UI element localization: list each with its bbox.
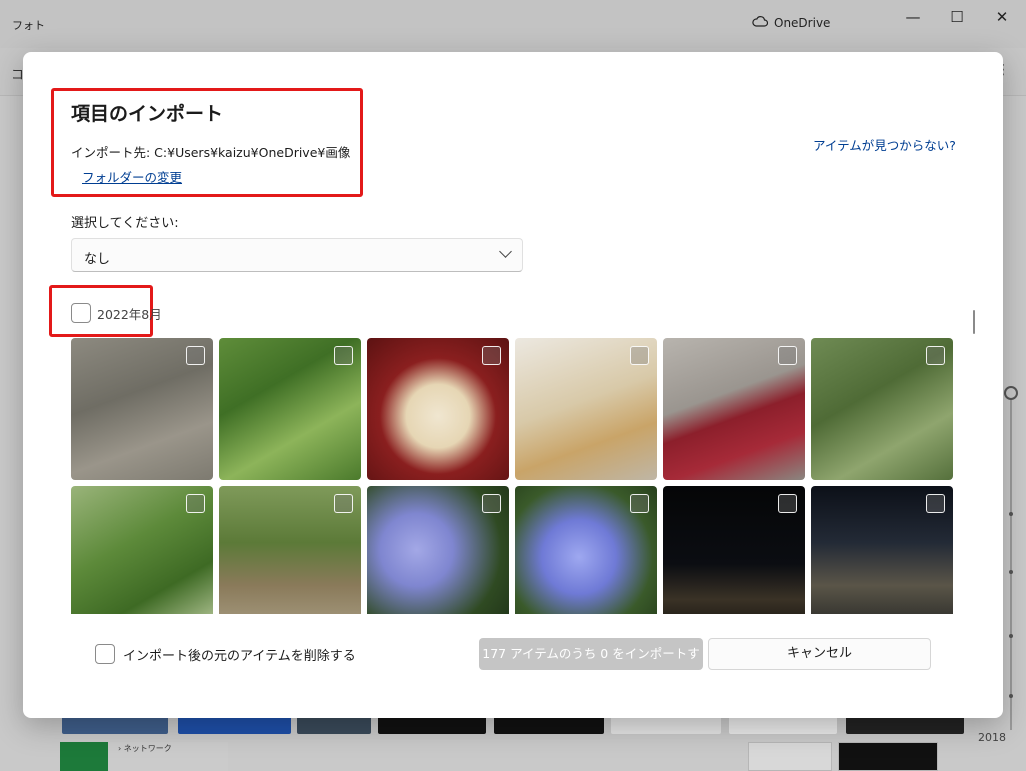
background-thumbnail: [846, 716, 964, 734]
background-thumbnail: [494, 716, 604, 734]
import-destination: インポート先: C:¥Users¥kaizu¥OneDrive¥画像: [71, 145, 351, 160]
selection-value: なし: [84, 252, 111, 267]
background-thumbnail: [838, 742, 938, 771]
photo-thumbnail-night-city-2[interactable]: [811, 486, 953, 614]
photo-checkbox[interactable]: [186, 346, 205, 365]
photo-thumbnail-hedgehog-bread[interactable]: [367, 338, 509, 480]
photo-thumbnail-night-city-1[interactable]: [663, 486, 805, 614]
photo-thumbnail-mailbox[interactable]: [663, 338, 805, 480]
photo-checkbox[interactable]: [926, 494, 945, 513]
photo-checkbox[interactable]: [630, 494, 649, 513]
photo-checkbox[interactable]: [334, 346, 353, 365]
date-group-label: 2022年8月: [97, 306, 162, 322]
timeline-year-label: 2018: [978, 731, 1006, 744]
cloud-icon: [752, 16, 769, 30]
background-thumbnail: [611, 716, 721, 734]
photo-thumbnail-green-leaves[interactable]: [71, 486, 213, 614]
grid-scrollbar[interactable]: [973, 310, 975, 334]
background-thumbnail: [729, 716, 837, 734]
cancel-button[interactable]: キャンセル: [708, 638, 931, 670]
photo-checkbox[interactable]: [778, 346, 797, 365]
photo-thumbnail-park-ball[interactable]: [71, 338, 213, 480]
maximize-button[interactable]: ☐: [945, 8, 969, 26]
photo-checkbox[interactable]: [482, 346, 501, 365]
background-thumbnail: [178, 716, 291, 734]
import-button[interactable]: 177 アイテムのうち 0 をインポートする: [479, 638, 703, 693]
timeline-scrubber[interactable]: [1004, 386, 1018, 400]
dialog-title: 項目のインポート: [71, 103, 224, 125]
background-thumbnail: [378, 716, 486, 734]
timeline-track: [1010, 390, 1012, 730]
items-not-found-link[interactable]: アイテムが見つからない?: [813, 135, 956, 154]
minimize-button[interactable]: —: [901, 8, 925, 26]
timeline-dot: [1009, 694, 1013, 698]
background-thumbnail: [62, 716, 168, 734]
timeline-dot: [1009, 570, 1013, 574]
background-thumbnail: [297, 716, 371, 734]
date-group-row: 2022年8月: [71, 302, 162, 324]
photo-checkbox[interactable]: [630, 346, 649, 365]
photo-grid: [71, 338, 955, 614]
photo-thumbnail-hydrangea-2[interactable]: [515, 486, 657, 614]
photo-thumbnail-pine-grass[interactable]: [811, 338, 953, 480]
delete-originals-row: インポート後の元のアイテムを削除する: [95, 644, 356, 664]
background-thumbnail: [748, 742, 832, 771]
photo-checkbox[interactable]: [186, 494, 205, 513]
date-group-checkbox[interactable]: [71, 303, 91, 323]
photo-checkbox[interactable]: [482, 494, 501, 513]
photo-checkbox[interactable]: [334, 494, 353, 513]
import-dialog: 項目のインポート インポート先: C:¥Users¥kaizu¥OneDrive…: [23, 52, 1003, 718]
close-window-button[interactable]: ✕: [990, 8, 1014, 26]
onedrive-status[interactable]: OneDrive: [752, 16, 830, 30]
selection-dropdown[interactable]: なし: [71, 238, 523, 272]
background-app-tile: [60, 742, 108, 771]
delete-originals-label: インポート後の元のアイテムを削除する: [123, 648, 356, 664]
chevron-down-icon: [499, 245, 512, 258]
delete-originals-checkbox[interactable]: [95, 644, 115, 664]
app-titlebar: [0, 0, 1026, 48]
background-nav-item: › ネットワーク: [108, 742, 228, 771]
photo-thumbnail-tree-trunk[interactable]: [219, 486, 361, 614]
photo-thumbnail-hydrangea-1[interactable]: [367, 486, 509, 614]
onedrive-label: OneDrive: [774, 16, 831, 30]
select-label: 選択してください:: [71, 216, 179, 231]
app-title: フォト: [12, 19, 45, 32]
timeline-dot: [1009, 512, 1013, 516]
timeline-dot: [1009, 634, 1013, 638]
photo-thumbnail-chairs[interactable]: [515, 338, 657, 480]
photo-checkbox[interactable]: [778, 494, 797, 513]
photo-thumbnail-leaves-fruit[interactable]: [219, 338, 361, 480]
change-folder-link[interactable]: フォルダーの変更: [82, 167, 182, 186]
photo-checkbox[interactable]: [926, 346, 945, 365]
